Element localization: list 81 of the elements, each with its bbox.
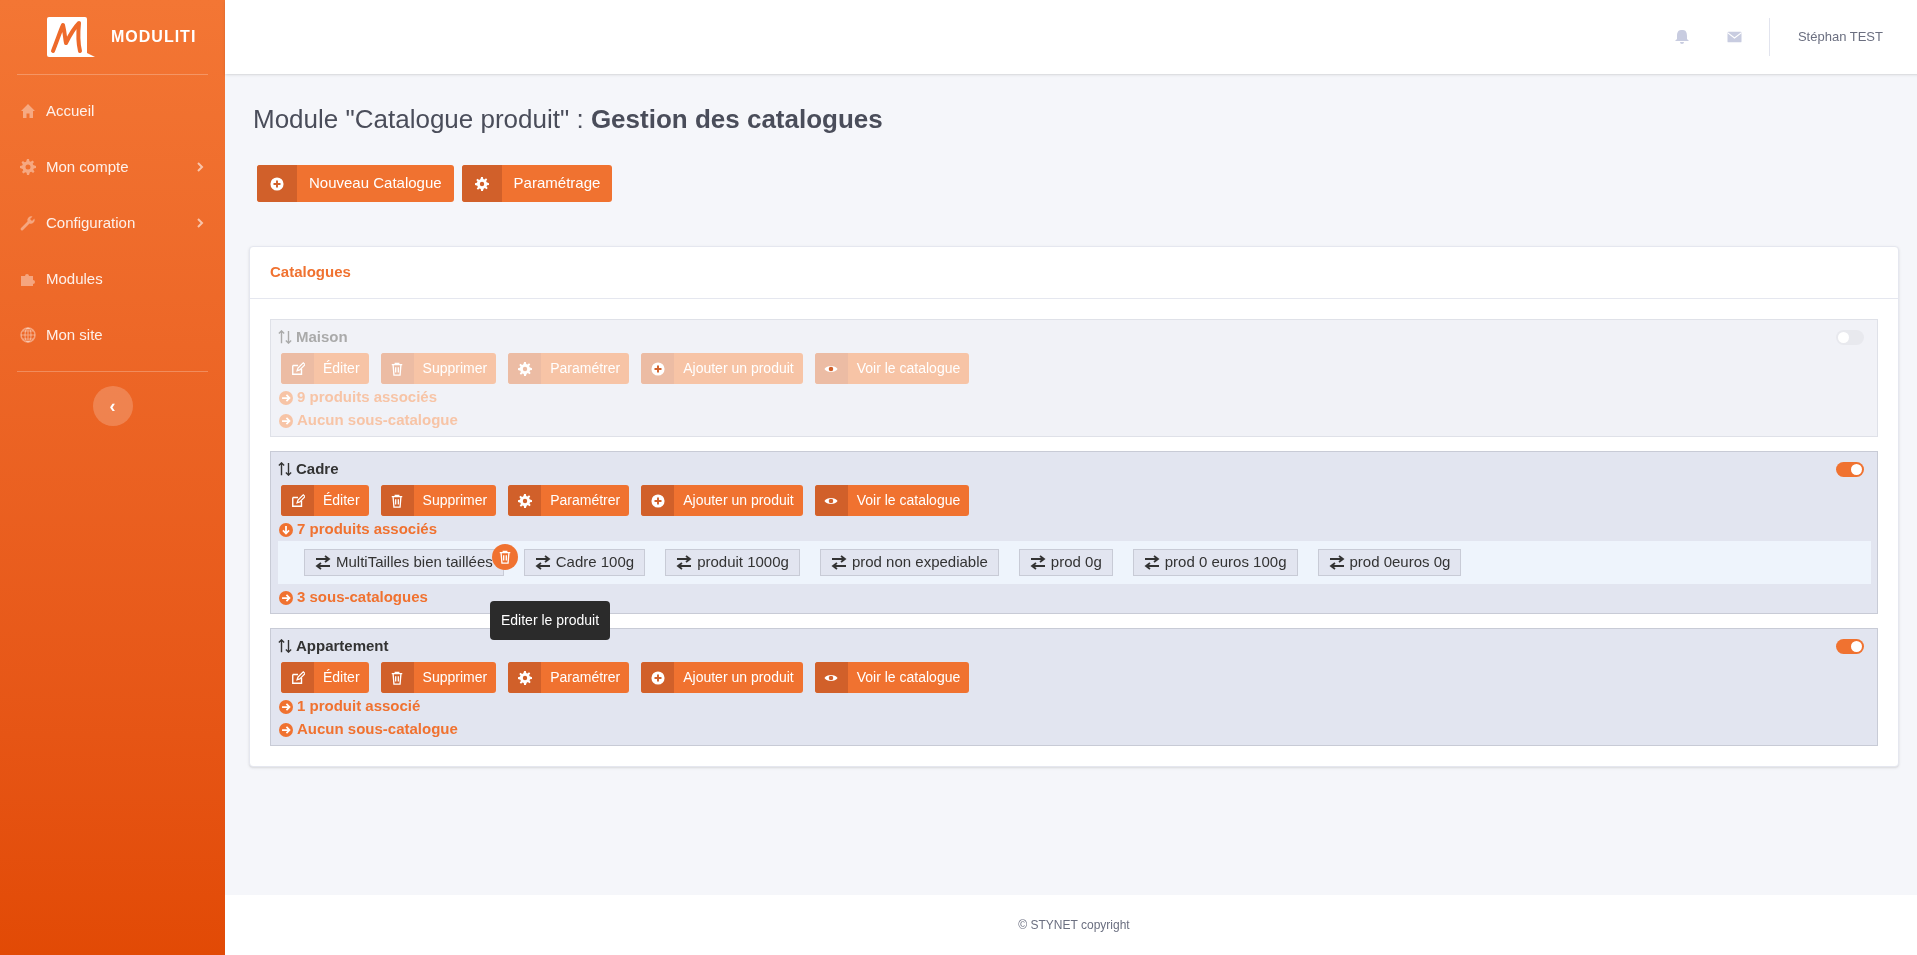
action-button[interactable]: Voir le catalogue [814, 662, 970, 693]
toggle-switch[interactable] [1836, 638, 1864, 654]
sort-icon [278, 462, 292, 476]
swap-icon [315, 555, 331, 570]
action-button[interactable]: Ajouter un produit [641, 662, 803, 693]
catalog-name: Cadre [296, 458, 339, 479]
toggle-link[interactable]: 1 produit associé [279, 697, 1870, 716]
trash-icon [497, 550, 512, 564]
plus-circle-icon [650, 493, 665, 508]
toggle-switch[interactable] [1836, 461, 1864, 477]
page-title: Module "Catalogue produit" : Gestion des catalogues [253, 103, 884, 136]
trash-icon [390, 361, 405, 376]
logo-icon [47, 17, 95, 57]
action-button[interactable]: Supprimer [380, 353, 497, 384]
gear-icon [20, 159, 36, 175]
action-button[interactable]: Ajouter un produit [641, 353, 803, 384]
swap-icon [1029, 555, 1046, 570]
swap-icon [830, 555, 847, 570]
catalog-name: Appartement [296, 635, 389, 656]
sort-icon [278, 330, 292, 344]
plus-circle-icon [650, 670, 665, 685]
mail-icon [1725, 30, 1743, 44]
toggle-link[interactable]: Aucun sous-catalogue [279, 720, 1870, 739]
swap-icon [1143, 555, 1160, 570]
action-button[interactable]: Nouveau Catalogue [257, 165, 454, 202]
sidebar-item[interactable]: Configuration [17, 195, 208, 251]
trash-icon [390, 493, 405, 508]
delete-button[interactable] [491, 544, 518, 570]
action-button[interactable]: Ajouter un produit [641, 485, 803, 516]
product-chip[interactable]: produit 1000g [665, 549, 800, 576]
plus-circle-icon [270, 176, 284, 191]
swap-icon [534, 555, 551, 570]
action-button[interactable]: Éditer [281, 485, 369, 516]
bell-icon [1673, 29, 1690, 45]
arrow-right-icon [279, 722, 293, 737]
product-chip[interactable]: Cadre 100g [523, 549, 646, 576]
gear-icon [517, 670, 532, 685]
gear-icon [517, 361, 532, 376]
action-button[interactable]: Voir le catalogue [814, 485, 970, 516]
product-chip[interactable]: prod 0 euros 100g [1132, 549, 1298, 576]
action-button[interactable]: Voir le catalogue [814, 353, 970, 384]
sidebar-item[interactable]: Mon compte [17, 139, 208, 195]
arrow-right-icon [279, 590, 293, 605]
action-button[interactable]: Paramétrage [461, 165, 613, 202]
user-name[interactable]: Stéphan TEST [1797, 27, 1883, 47]
swap-icon [1328, 555, 1345, 570]
globe-icon [20, 327, 36, 343]
sidebar-item[interactable]: Accueil [17, 83, 208, 139]
sidebar-item[interactable]: Modules [17, 251, 208, 307]
action-button[interactable]: Éditer [281, 353, 369, 384]
swap-icon [676, 555, 693, 570]
copyright-text: © STYNET copyright [1018, 917, 1130, 934]
trash-icon [390, 670, 405, 685]
toggle-link[interactable]: 7 produits associés [279, 520, 1870, 539]
collapse-button[interactable]: ‹ [92, 386, 133, 426]
product-chip[interactable]: prod non expediable [819, 549, 999, 576]
plus-circle-icon [650, 361, 665, 376]
action-button[interactable]: Paramétrer [508, 485, 630, 516]
sort-icon [278, 639, 292, 653]
gear-icon [474, 176, 489, 191]
home-icon [20, 103, 36, 119]
gear-icon [517, 493, 532, 508]
product-chip[interactable]: prod 0euros 0g [1317, 549, 1462, 576]
brand-name: MODULITI [111, 27, 197, 47]
action-button[interactable]: Supprimer [380, 485, 497, 516]
tooltip: Editer le produit [490, 601, 611, 640]
action-button[interactable]: Paramétrer [508, 662, 630, 693]
edit-icon [290, 361, 305, 376]
edit-icon [290, 493, 305, 508]
action-button[interactable]: Éditer [281, 662, 369, 693]
catalog-name: Maison [296, 326, 348, 347]
wrench-icon [20, 215, 36, 231]
edit-icon [290, 670, 305, 685]
action-button[interactable]: Paramétrer [508, 353, 630, 384]
sidebar-item[interactable]: Mon site [17, 307, 208, 363]
panel-title: Catalogues [270, 262, 351, 283]
arrow-right-icon [279, 413, 293, 428]
puzzle-icon [20, 271, 36, 287]
product-chip[interactable]: prod 0g [1018, 549, 1113, 576]
product-chip[interactable]: MultiTailles bien taillées [304, 549, 504, 576]
action-button[interactable]: Supprimer [380, 662, 497, 693]
